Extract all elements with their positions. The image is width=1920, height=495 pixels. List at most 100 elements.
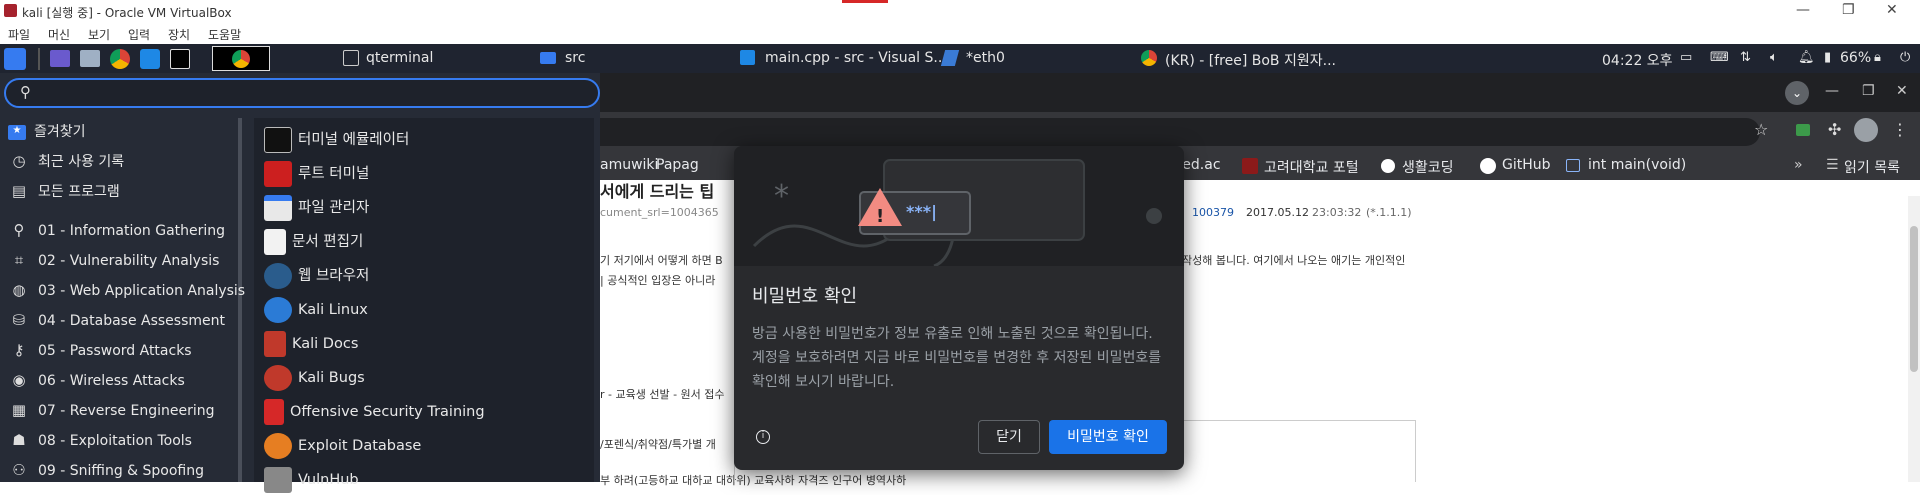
category-vulnerability-analysis[interactable]: ⌗ 02 - Vulnerability Analysis — [8, 251, 220, 275]
category-all-programs[interactable]: ▤ 모든 프로그램 — [8, 181, 120, 205]
more-menu-icon[interactable]: ⋮ — [1892, 120, 1908, 139]
dialog-body: 방금 사용한 비밀번호가 정보 유출로 인해 노출된 것으로 확인됩니다. 계정… — [752, 326, 1162, 390]
file-manager-icon — [264, 195, 292, 221]
kali-menu-icon[interactable] — [4, 48, 26, 70]
category-recent[interactable]: ◷ 최근 사용 기록 — [8, 151, 124, 175]
keyboard-icon[interactable]: ⌨ — [1710, 50, 1729, 65]
category-password-attacks[interactable]: ⚷ 05 - Password Attacks — [8, 341, 192, 365]
battery-icon[interactable]: ▮ — [1824, 50, 1831, 65]
track-line: /포렌식/취약점/특가별 개 — [600, 438, 716, 451]
reading-list[interactable]: 읽기 목록 — [1844, 157, 1900, 177]
task-wireshark[interactable]: *eth0 — [966, 50, 1005, 66]
tab-search-icon[interactable]: ⌄ — [1785, 81, 1809, 105]
star-icon: ★ — [8, 124, 26, 140]
task-src[interactable]: src — [565, 50, 585, 66]
app-offensive-security-training[interactable]: Offensive Security Training — [264, 399, 485, 427]
menu-devices[interactable]: 장치 — [168, 26, 190, 43]
app-vulnhub[interactable]: VulnHub — [264, 467, 359, 495]
check-password-button[interactable]: 비밀번호 확인 — [1049, 420, 1167, 454]
github-icon — [1480, 158, 1496, 174]
terminal-icon[interactable] — [170, 49, 190, 69]
task-qterminal[interactable]: qterminal — [366, 50, 433, 66]
menu-view[interactable]: 보기 — [88, 26, 110, 43]
category-wireless-attacks[interactable]: ◉ 06 - Wireless Attacks — [8, 371, 184, 395]
bookmark-opentutorials[interactable]: 생활코딩 — [1402, 157, 1454, 177]
category-sniffing-spoofing[interactable]: ⚇ 09 - Sniffing & Spoofing — [8, 461, 204, 485]
scrollbar-thumb[interactable] — [1910, 226, 1918, 372]
close-button[interactable]: 닫기 — [978, 420, 1040, 454]
vscode-icon[interactable] — [140, 49, 160, 69]
task-vscode[interactable]: main.cpp - src - Visual S... — [765, 50, 947, 66]
power-icon[interactable]: ⏻ — [1900, 50, 1910, 65]
extensions-puzzle-icon[interactable]: ✣ — [1828, 120, 1841, 139]
category-reverse-engineering[interactable]: ▦ 07 - Reverse Engineering — [8, 401, 215, 425]
more-bookmarks-icon[interactable]: » — [1794, 157, 1803, 173]
category-database-assessment[interactable]: ⛁ 04 - Database Assessment — [8, 311, 225, 335]
taskbar: qterminal src main.cpp - src - Visual S.… — [0, 44, 1920, 73]
close-icon[interactable]: ✕ — [1896, 83, 1908, 99]
bookmark-int-main[interactable]: int main(void) — [1588, 157, 1686, 173]
svg-text:!: ! — [876, 206, 884, 227]
spider-icon — [264, 433, 292, 459]
extension-icon[interactable] — [1796, 124, 1810, 136]
info-icon[interactable]: i — [756, 430, 770, 444]
opentutorials-icon — [1381, 159, 1395, 173]
app-kali-bugs[interactable]: Kali Bugs — [264, 365, 365, 393]
address-bar[interactable] — [600, 118, 1760, 146]
app-kali-docs[interactable]: Kali Docs — [264, 331, 358, 359]
volume-icon[interactable]: 🔈︎ — [1770, 50, 1778, 65]
file-manager-icon[interactable] — [80, 50, 100, 67]
category-exploitation-tools[interactable]: ☗ 08 - Exploitation Tools — [8, 431, 192, 455]
chrome-icon — [232, 50, 250, 68]
vulnhub-icon — [264, 467, 292, 493]
restore-icon[interactable]: ❐ — [1842, 2, 1855, 18]
document-srl[interactable]: cument_srl=1004365 — [600, 206, 719, 219]
app-kali-linux[interactable]: Kali Linux — [264, 297, 368, 325]
search-icon: ⚲ — [20, 83, 31, 101]
app-text-editor[interactable]: 문서 편집기 — [264, 229, 363, 257]
notification-icon[interactable]: 🔔︎ — [1798, 50, 1815, 65]
task-chrome[interactable]: (KR) - [free] BoB 지원자... — [1165, 50, 1336, 70]
recent-icon: ◷ — [12, 152, 26, 170]
bookmark-star-icon[interactable]: ☆ — [1754, 120, 1768, 139]
profile-avatar[interactable] — [1854, 118, 1878, 142]
menu-input[interactable]: 입력 — [128, 26, 150, 43]
terminal-icon — [264, 127, 292, 153]
network-icon[interactable]: ⇅ — [1740, 50, 1751, 65]
post-heading: 서에게 드리는 팁 — [600, 182, 715, 201]
app-exploit-database[interactable]: Exploit Database — [264, 433, 421, 461]
reverse-icon: ▦ — [11, 401, 27, 419]
minimize-icon[interactable]: — — [1796, 2, 1810, 18]
app-file-manager[interactable]: 파일 관리자 — [264, 195, 369, 223]
key-icon: ⚷ — [13, 341, 25, 359]
restore-icon[interactable]: ❐ — [1862, 83, 1875, 99]
korea-univ-icon — [1242, 158, 1258, 174]
clock[interactable]: 04:22 오후 — [1602, 50, 1673, 70]
minimize-icon[interactable]: — — [1825, 83, 1839, 99]
sniff-icon: ⚇ — [12, 461, 26, 479]
menu-search-input[interactable]: ⚲ — [4, 78, 600, 108]
link-line[interactable]: r - 교육생 선발 - 원서 접수 — [600, 386, 725, 402]
desktop-icon[interactable] — [50, 50, 70, 67]
app-root-terminal[interactable]: 루트 터미널 — [264, 161, 369, 189]
display-icon[interactable]: ▭ — [1680, 50, 1692, 65]
lock-icon[interactable]: 🔒︎ — [1874, 50, 1881, 65]
menu-machine[interactable]: 머신 — [48, 26, 70, 43]
bookmark-github[interactable]: GitHub — [1502, 157, 1551, 173]
bookmark-papago[interactable]: Papag — [656, 157, 699, 173]
category-information-gathering[interactable]: ⚲ 01 - Information Gathering — [8, 221, 226, 245]
category-web-application-analysis[interactable]: ◍ 03 - Web Application Analysis — [8, 281, 245, 305]
menu-help[interactable]: 도움말 — [208, 26, 241, 43]
post-ip: (*.1.1.1) — [1366, 206, 1412, 219]
bookmark-korea-univ[interactable]: 고려대학교 포털 — [1264, 157, 1359, 177]
app-web-browser[interactable]: 웹 브라우저 — [264, 263, 369, 291]
vbox-indicator — [842, 0, 888, 3]
chrome-icon[interactable] — [110, 49, 130, 69]
author-id[interactable]: 100379 — [1192, 206, 1234, 219]
active-workspace[interactable] — [212, 46, 270, 71]
close-icon[interactable]: ✕ — [1886, 2, 1898, 18]
bookmark-namuwiki[interactable]: amuwiki — [600, 157, 658, 173]
app-terminal-emulator[interactable]: 터미널 에뮬레이터 — [264, 127, 409, 155]
category-favorites[interactable]: ★ 즐겨찾기 — [8, 121, 86, 145]
menu-file[interactable]: 파일 — [8, 26, 30, 43]
